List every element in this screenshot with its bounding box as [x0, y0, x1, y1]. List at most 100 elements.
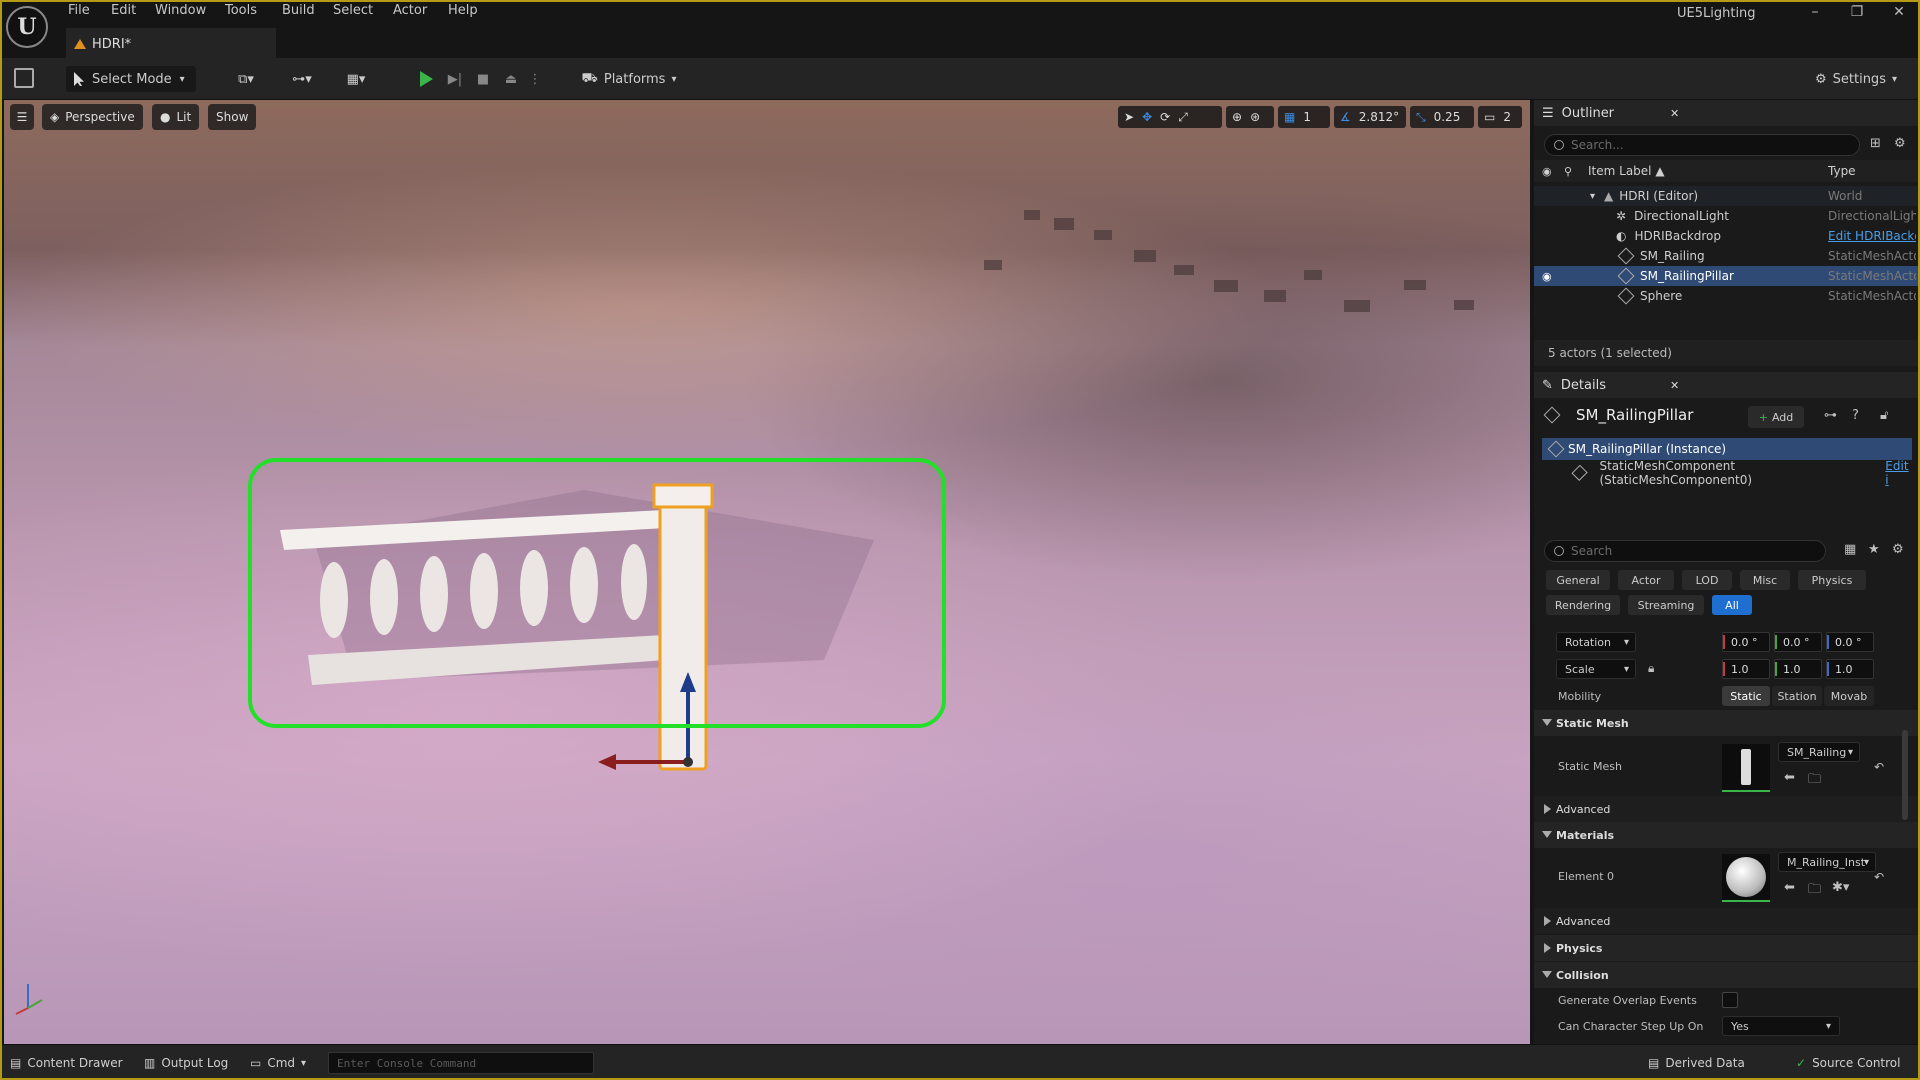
add-folder-icon[interactable]: ⊞ — [1870, 136, 1881, 151]
content-drawer-button[interactable]: ▤ Content Drawer — [10, 1052, 123, 1074]
advance-frame-button[interactable]: ▶| — [444, 66, 466, 92]
category-materials-advanced[interactable]: Advanced — [1534, 908, 1918, 934]
rotation-x-field[interactable]: 0.0 ° — [1722, 632, 1770, 652]
eye-icon[interactable]: ◉ — [1542, 270, 1552, 283]
show-button[interactable]: Show — [208, 104, 257, 130]
cinematics-button[interactable]: ▦▾ — [336, 66, 376, 92]
category-physics[interactable]: Physics — [1534, 935, 1918, 961]
category-collision[interactable]: Collision — [1534, 962, 1918, 988]
settings-dropdown[interactable]: ⚙ Settings ▾ — [1808, 66, 1904, 92]
close-icon[interactable]: ✕ — [1884, 4, 1914, 24]
use-selected-icon[interactable]: ⬅ — [1784, 880, 1795, 895]
menu-help[interactable]: Help — [448, 3, 478, 18]
scale-dropdown[interactable]: Scale ▾ — [1556, 659, 1636, 679]
pin-icon[interactable]: ⚲ — [1564, 165, 1572, 178]
star-icon[interactable]: ★ — [1868, 542, 1880, 557]
filter-actor[interactable]: Actor — [1618, 570, 1674, 590]
tab-hdri-level[interactable]: HDRI* — [66, 28, 276, 58]
blueprint-button[interactable]: ⊶▾ — [282, 66, 322, 92]
menu-build[interactable]: Build — [282, 3, 315, 18]
stop-button[interactable]: ■ — [472, 66, 494, 92]
scale-snap-button[interactable]: ⤡ 0.25 — [1410, 106, 1474, 128]
menu-file[interactable]: File — [68, 3, 90, 18]
chevron-down-icon[interactable]: ▾ — [1590, 191, 1595, 202]
filter-rendering[interactable]: Rendering — [1546, 595, 1620, 615]
filter-misc[interactable]: Misc — [1740, 570, 1790, 590]
mobility-movable[interactable]: Movab — [1824, 686, 1874, 706]
material-options-icon[interactable]: ✱▾ — [1832, 880, 1849, 895]
component-row[interactable]: StaticMeshComponent (StaticMeshComponent… — [1571, 459, 1914, 487]
surface-snap-icon[interactable]: ⊛ — [1250, 110, 1260, 124]
details-scrollbar[interactable] — [1902, 730, 1908, 820]
add-actor-button[interactable]: ⧉▾ — [226, 66, 266, 92]
scale-icon[interactable]: ⤢ — [1178, 110, 1188, 125]
lock-icon[interactable]: 🔒︎ — [1648, 661, 1654, 676]
maximize-icon[interactable]: ❐ — [1842, 4, 1872, 24]
eject-button[interactable]: ⏏ — [500, 66, 522, 92]
outliner-row[interactable]: ▾ ▲ HDRI (Editor) World — [1534, 186, 1918, 206]
scale-x-field[interactable]: 1.0 — [1722, 659, 1770, 679]
play-button[interactable] — [414, 66, 438, 92]
table-icon[interactable]: ▦ — [1844, 542, 1856, 557]
mobility-stationary[interactable]: Station — [1772, 686, 1822, 706]
filter-physics[interactable]: Physics — [1798, 570, 1866, 590]
gear-icon[interactable]: ⚙ — [1894, 136, 1906, 151]
derived-data-button[interactable]: ▤ Derived Data — [1648, 1052, 1745, 1074]
minimize-icon[interactable]: – — [1800, 4, 1830, 24]
rotation-snap-button[interactable]: ∡ 2.812° — [1334, 106, 1406, 128]
browse-icon[interactable]: 🗀︎ — [1808, 770, 1821, 792]
select-mode-dropdown[interactable]: Select Mode ▾ — [66, 66, 196, 92]
output-log-button[interactable]: ▥ Output Log — [144, 1052, 228, 1074]
coord-space-tools[interactable]: ⊕ ⊛ — [1226, 106, 1274, 128]
details-search-input[interactable]: Search — [1544, 540, 1826, 562]
outliner-row[interactable]: ◐ HDRIBackdrop Edit HDRIBackd — [1534, 226, 1918, 246]
play-options-button[interactable]: ⋮ — [528, 66, 542, 92]
filter-lod[interactable]: LOD — [1682, 570, 1732, 590]
overlap-checkbox[interactable] — [1722, 992, 1738, 1008]
reset-icon[interactable]: ↶ — [1874, 760, 1884, 774]
camera-speed-button[interactable]: ▭ 2 — [1478, 106, 1522, 128]
console-command-input[interactable]: Enter Console Command — [328, 1052, 594, 1074]
browse-icon[interactable]: 🗀︎ — [1808, 880, 1821, 902]
rotate-icon[interactable]: ⟳ — [1160, 110, 1170, 124]
rotation-y-field[interactable]: 0.0 ° — [1774, 632, 1822, 652]
menu-tools[interactable]: Tools — [225, 3, 257, 18]
reset-icon[interactable]: ↶ — [1874, 870, 1884, 884]
gear-icon[interactable]: ⚙ — [1892, 542, 1904, 557]
use-selected-icon[interactable]: ⬅ — [1784, 770, 1795, 785]
category-materials[interactable]: Materials — [1534, 822, 1918, 848]
platforms-dropdown[interactable]: ⛟ Platforms ▾ — [578, 66, 680, 92]
mobility-static[interactable]: Static — [1722, 686, 1770, 706]
outliner-row[interactable]: SM_Railing StaticMeshActo — [1534, 246, 1918, 266]
close-icon[interactable]: ✕ — [1670, 379, 1679, 392]
transform-tools[interactable]: ➤ ✥ ⟳ ⤢ — [1118, 106, 1222, 128]
filter-streaming[interactable]: Streaming — [1628, 595, 1704, 615]
static-mesh-dropdown[interactable]: SM_Railing ▾ — [1778, 742, 1860, 762]
blueprint-icon[interactable]: ⊶ — [1824, 408, 1837, 423]
menu-edit[interactable]: Edit — [111, 3, 136, 18]
save-icon[interactable] — [14, 68, 34, 88]
select-icon[interactable]: ➤ — [1124, 110, 1134, 124]
component-instance-row[interactable]: SM_RailingPillar (Instance) — [1542, 438, 1912, 460]
menu-window[interactable]: Window — [155, 3, 206, 18]
close-icon[interactable]: ✕ — [1670, 107, 1679, 120]
rotation-z-field[interactable]: 0.0 ° — [1826, 632, 1874, 652]
scale-z-field[interactable]: 1.0 — [1826, 659, 1874, 679]
material-thumbnail[interactable] — [1722, 854, 1770, 902]
eye-icon[interactable]: ◉ — [1542, 165, 1552, 178]
category-advanced[interactable]: Advanced — [1534, 796, 1918, 822]
cmd-dropdown[interactable]: ▭ Cmd ▾ — [250, 1052, 306, 1074]
step-up-dropdown[interactable]: Yes ▾ — [1722, 1016, 1840, 1036]
material-dropdown[interactable]: M_Railing_Inst ▾ — [1778, 852, 1876, 872]
level-viewport[interactable] — [4, 100, 1530, 1044]
outliner-search-input[interactable]: Search... — [1544, 134, 1860, 156]
filter-all[interactable]: All — [1712, 595, 1752, 615]
grid-snap-button[interactable]: ▦ 1 — [1278, 106, 1330, 128]
rotation-dropdown[interactable]: Rotation ▾ — [1556, 632, 1636, 652]
perspective-button[interactable]: ◈ Perspective — [42, 104, 143, 130]
category-static-mesh[interactable]: Static Mesh — [1534, 710, 1918, 736]
lit-button[interactable]: ● Lit — [152, 104, 200, 130]
menu-select[interactable]: Select — [333, 3, 373, 18]
world-icon[interactable]: ⊕ — [1232, 110, 1242, 124]
translate-icon[interactable]: ✥ — [1142, 110, 1152, 124]
